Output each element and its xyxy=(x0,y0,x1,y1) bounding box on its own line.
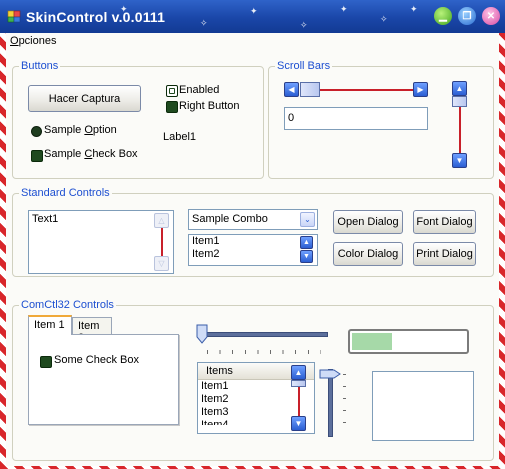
close-button[interactable]: ✕ xyxy=(482,7,500,25)
app-icon xyxy=(7,10,21,23)
chevron-down-icon: ⌄ xyxy=(304,215,311,224)
snowflake-icon: ✦ xyxy=(250,6,258,16)
arrow-down-icon: ▽ xyxy=(158,259,165,268)
comctl32-group-title: ComCtl32 Controls xyxy=(21,299,114,311)
enabled-label[interactable]: Enabled xyxy=(179,84,219,96)
vscroll-track[interactable] xyxy=(459,107,461,153)
snowflake-icon: ✧ xyxy=(380,14,388,24)
restore-button[interactable]: ❐ xyxy=(458,7,476,25)
arrow-up-icon: ▲ xyxy=(294,368,303,377)
enabled-checkbox[interactable] xyxy=(166,85,178,97)
h-trackbar-thumb[interactable] xyxy=(196,324,208,344)
sample-combo-value: Sample Combo xyxy=(192,213,268,225)
title-bar[interactable]: ✦ ✧ ✦ ✧ ✦ ✧ ✦ SkinControl v.0.0111 ▁ ❐ ✕ xyxy=(0,0,505,33)
vscroll-up-button[interactable]: ▲ xyxy=(452,81,467,96)
some-checkbox-label[interactable]: Some Check Box xyxy=(54,354,139,366)
close-icon: ✕ xyxy=(486,10,496,22)
right-button-label[interactable]: Right Button xyxy=(179,100,240,112)
tab-panel xyxy=(28,334,179,425)
progress-fill xyxy=(352,333,393,350)
menu-opciones[interactable]: Opciones xyxy=(10,35,56,47)
scroll-bars-group-title: Scroll Bars xyxy=(277,60,331,72)
window-title: SkinControl v.0.0111 xyxy=(26,9,166,25)
label1: Label1 xyxy=(163,131,197,143)
combo-dropdown-button[interactable]: ⌄ xyxy=(300,212,315,227)
listview-item[interactable]: Item2 xyxy=(198,393,314,406)
h-trackbar-ticks xyxy=(207,350,321,354)
textarea-scroll-up[interactable]: △ xyxy=(154,213,169,228)
hscroll-thumb[interactable] xyxy=(300,82,320,97)
h-trackbar-channel[interactable] xyxy=(202,332,328,337)
open-dialog-button[interactable]: Open Dialog xyxy=(333,210,403,234)
standard-controls-group-title: Standard Controls xyxy=(21,187,110,199)
buttons-group-title: Buttons xyxy=(21,60,59,72)
minimize-icon: ▁ xyxy=(439,10,447,22)
listview-scroll-track[interactable] xyxy=(298,387,300,416)
arrow-right-icon: ▶ xyxy=(417,85,424,94)
list-item[interactable]: Item1 xyxy=(189,235,317,248)
text-area[interactable]: Text1 xyxy=(28,210,174,274)
minimize-button[interactable]: ▁ xyxy=(434,7,452,25)
arrow-left-icon: ◀ xyxy=(288,85,295,94)
snowflake-icon: ✧ xyxy=(300,20,308,30)
progress-bar xyxy=(348,329,469,354)
listview-header-label: Items xyxy=(206,365,233,377)
some-checkbox[interactable] xyxy=(40,356,52,368)
hscroll-track[interactable] xyxy=(320,89,413,91)
textarea-scroll-down[interactable]: ▽ xyxy=(154,256,169,271)
snowflake-icon: ✦ xyxy=(410,4,418,14)
hscroll-right-button[interactable]: ▶ xyxy=(413,82,428,97)
arrow-down-icon: ▼ xyxy=(455,156,464,165)
arrow-down-icon: ▼ xyxy=(303,253,310,260)
textarea-scroll-track[interactable] xyxy=(161,228,163,256)
sample-combo[interactable]: Sample Combo xyxy=(188,209,318,230)
listview-scroll-up[interactable]: ▲ xyxy=(291,365,306,380)
font-dialog-button[interactable]: Font Dialog xyxy=(413,210,476,234)
vscroll-thumb[interactable] xyxy=(452,96,467,107)
right-button-checkbox[interactable] xyxy=(166,101,178,113)
arrow-down-icon: ▼ xyxy=(294,419,303,428)
client-area: Opciones Buttons Hacer Captura Sample Op… xyxy=(6,33,499,466)
sample-option-label[interactable]: Sample Option xyxy=(44,124,117,136)
arrow-up-icon: ▲ xyxy=(455,84,464,93)
arrow-up-icon: ▲ xyxy=(303,239,310,246)
color-dialog-button[interactable]: Color Dialog xyxy=(333,242,403,266)
listview-scroll-thumb[interactable] xyxy=(291,380,306,387)
snowflake-icon: ✧ xyxy=(200,18,208,28)
vscroll-down-button[interactable]: ▼ xyxy=(452,153,467,168)
v-trackbar-channel[interactable] xyxy=(328,369,333,437)
hscroll-left-button[interactable]: ◀ xyxy=(284,82,299,97)
tab-item-1[interactable]: Item 1 xyxy=(28,315,72,335)
app-window: ✦ ✧ ✦ ✧ ✦ ✧ ✦ SkinControl v.0.0111 ▁ ❐ ✕… xyxy=(0,0,505,469)
v-trackbar-thumb[interactable] xyxy=(319,369,341,379)
snowflake-icon: ✦ xyxy=(340,4,348,14)
menu-bar: Opciones xyxy=(6,33,499,51)
listview-scroll-down[interactable]: ▼ xyxy=(291,416,306,431)
sample-checkbox[interactable] xyxy=(31,150,43,162)
standard-listbox[interactable]: Item1 Item2 xyxy=(188,234,318,266)
list-item[interactable]: Item2 xyxy=(189,248,317,261)
listbox-scroll-up[interactable]: ▲ xyxy=(300,236,313,249)
print-dialog-button[interactable]: Print Dialog xyxy=(413,242,476,266)
scroll-position-field[interactable]: 0 xyxy=(284,107,428,130)
v-trackbar-ticks xyxy=(343,374,346,434)
tab-item-2[interactable]: Item 2 xyxy=(72,317,112,344)
capture-button[interactable]: Hacer Captura xyxy=(28,85,141,112)
arrow-up-icon: △ xyxy=(158,216,165,225)
restore-icon: ❐ xyxy=(462,10,472,22)
empty-frame xyxy=(372,371,474,441)
sample-option-radio[interactable] xyxy=(31,126,42,137)
sample-checkbox-label[interactable]: Sample Check Box xyxy=(44,148,138,160)
listbox-scroll-down[interactable]: ▼ xyxy=(300,250,313,263)
buttons-group: Buttons xyxy=(12,60,264,179)
text-area-value: Text1 xyxy=(32,213,59,225)
